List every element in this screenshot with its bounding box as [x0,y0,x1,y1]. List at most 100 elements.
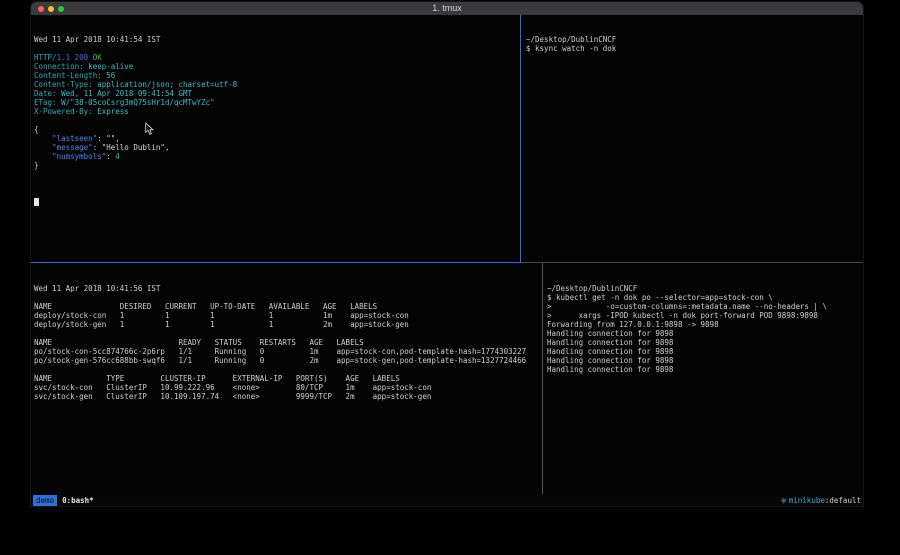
text-segment: "message" [52,143,93,152]
zoom-button[interactable] [58,6,64,12]
terminal-line: svc/stock-con ClusterIP 10.99.222.96 <no… [34,383,545,392]
terminal-line: NAME READY STATUS RESTARTS AGE LABELS [34,338,545,347]
kube-context-label: minikube [789,495,825,506]
pane-ksync-watch[interactable]: ~/Desktop/DublinCNCF$ ksync watch -n dok [523,15,869,266]
terminal-line: Handling connection for 9898 [547,329,866,338]
text-segment [34,134,52,143]
terminal-line: ETag: W/"38-05coCsrg3mQ75sHr1d/qcMTwYZc" [34,98,523,107]
terminal-line: NAME DESIRED CURRENT UP-TO-DATE AVAILABL… [34,302,545,311]
http-response-output: Wed 11 Apr 2018 10:41:54 IST HTTP/1.1 20… [34,35,523,179]
text-segment: { [34,125,39,134]
text-segment: Express [93,107,129,116]
ksync-output: ~/Desktop/DublinCNCF$ ksync watch -n dok [526,35,866,53]
desktop: 1. tmux Wed 11 Apr 2018 10:41:54 IST HTT… [0,0,900,555]
text-segment [34,152,52,161]
terminal-line: deploy/stock-con 1 1 1 1 1m app=stock-co… [34,311,545,320]
terminal-line: > xargs -IPOD kubectl -n dok port-forwar… [547,311,866,320]
terminal-line: Handling connection for 9898 [547,338,866,347]
terminal-line: Handling connection for 9898 [547,365,866,374]
text-segment: Content-Length: [34,71,102,80]
terminal-line: $ ksync watch -n dok [526,44,866,53]
text-segment: 4 [115,152,120,161]
terminal-line: "numsymbols": 4 [34,152,523,161]
status-bar-left: demo 0:bash* [33,495,94,506]
tmux-terminal: Wed 11 Apr 2018 10:41:54 IST HTTP/1.1 20… [31,15,863,506]
terminal-line: Connection: keep-alive [34,62,523,71]
terminal-line [34,365,545,374]
text-segment: 1.1 200 [57,53,89,62]
close-button[interactable] [38,6,44,12]
mouse-cursor [145,122,154,136]
terminal-line: svc/stock-gen ClusterIP 10.109.197.74 <n… [34,392,545,401]
pane-divider-horizontal-active[interactable] [31,262,521,263]
text-segment: application/json; charset=utf-8 [93,80,238,89]
terminal-line [34,44,523,53]
text-segment: , [165,143,170,152]
pane-port-forward[interactable]: ~/Desktop/DublinCNCF$ kubectl get -n dok… [544,264,869,498]
port-forward-output: ~/Desktop/DublinCNCF$ kubectl get -n dok… [547,284,866,374]
text-segment: : [97,134,106,143]
terminal-line: Forwarding from 127.0.0.1:9898 -> 9898 [547,320,866,329]
terminal-line: Handling connection for 9898 [547,356,866,365]
terminal-line: X-Powered-By: Express [34,107,523,116]
terminal-line: Wed 11 Apr 2018 10:41:56 IST [34,284,545,293]
window-tab-bash[interactable]: 0:bash* [62,495,94,506]
terminal-line: po/stock-con-5cc874766c-2p6rp 1/1 Runnin… [34,347,545,356]
text-segment: keep-alive [84,62,134,71]
text-segment: "numsymbols" [52,152,106,161]
terminal-line: "lastseen": "", [34,134,523,143]
text-segment: OK [88,53,102,62]
window-titlebar[interactable]: 1. tmux [31,2,863,15]
terminal-line [34,329,545,338]
traffic-lights [38,6,64,12]
text-segment: Wed, 11 Apr 2018 09:41:54 GMT [57,89,192,98]
terminal-line [34,170,523,179]
pane-divider-vertical-top[interactable] [520,15,521,262]
terminal-line: ~/Desktop/DublinCNCF [547,284,866,293]
terminal-line: Wed 11 Apr 2018 10:41:54 IST [34,35,523,44]
terminal-line: NAME TYPE CLUSTER-IP EXTERNAL-IP PORT(S)… [34,374,545,383]
text-segment: Date: [34,89,57,98]
terminal-cursor [34,198,39,206]
terminal-line: > -o=custom-columns=:metadata.name --no-… [547,302,866,311]
text-segment: W/"38-05coCsrg3mQ75sHr1d/qcMTwYZc" [57,98,215,107]
terminal-line: po/stock-gen-576cc688bb-swqf6 1/1 Runnin… [34,356,545,365]
session-name[interactable]: demo [33,495,57,506]
pane-divider-vertical-bottom[interactable] [542,263,543,494]
minimize-button[interactable] [48,6,54,12]
pane-http-response[interactable]: Wed 11 Apr 2018 10:41:54 IST HTTP/1.1 20… [31,15,526,266]
kubectl-get-output: Wed 11 Apr 2018 10:41:56 IST NAME DESIRE… [34,284,545,401]
text-segment: : [93,143,102,152]
text-segment: Connection: [34,62,84,71]
text-segment: : [106,152,115,161]
terminal-line: Date: Wed, 11 Apr 2018 09:41:54 GMT [34,89,523,98]
text-segment [34,143,52,152]
tmux-status-bar: demo 0:bash* ⎈ minikube :default [31,495,863,506]
prompt-line [34,197,523,206]
terminal-line: Content-Type: application/json; charset=… [34,80,523,89]
terminal-line [34,293,545,302]
terminal-line: HTTP/1.1 200 OK [34,53,523,62]
window-title: 1. tmux [31,2,863,15]
terminal-line: ~/Desktop/DublinCNCF [526,35,866,44]
terminal-line: "message": "Hello Dublin", [34,143,523,152]
kube-namespace-label: :default [825,495,861,506]
text-segment: Content-Type: [34,80,93,89]
text-segment: X-Powered-By: [34,107,93,116]
kubernetes-helm-icon: ⎈ [781,495,787,506]
text-segment: Wed 11 Apr 2018 10:41:54 IST [34,35,160,44]
terminal-line [34,116,523,125]
pane-kubectl-resources[interactable]: Wed 11 Apr 2018 10:41:56 IST NAME DESIRE… [31,264,548,498]
pane-divider-horizontal-inactive[interactable] [521,262,863,263]
text-segment: , [115,134,120,143]
text-segment: } [34,161,39,170]
terminal-line: } [34,161,523,170]
terminal-line: Handling connection for 9898 [547,347,866,356]
status-bar-right: ⎈ minikube :default [781,495,861,506]
text-segment: HTTP/ [34,53,57,62]
text-segment: "Hello Dublin" [102,143,165,152]
terminal-line: Content-Length: 56 [34,71,523,80]
terminal-line: { [34,125,523,134]
terminal-line: $ kubectl get -n dok po --selector=app=s… [547,293,866,302]
terminal-line: deploy/stock-gen 1 1 1 1 2m app=stock-ge… [34,320,545,329]
